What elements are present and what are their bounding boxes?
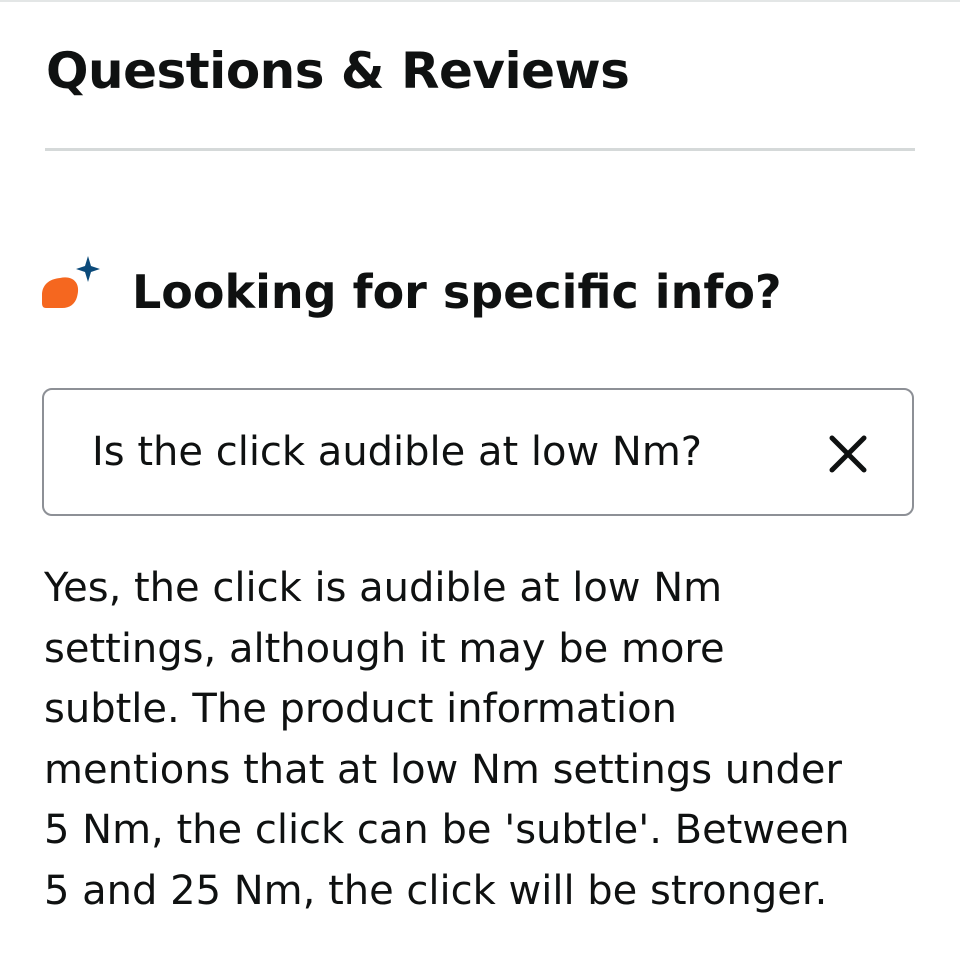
- question-input-value[interactable]: Is the click audible at low Nm?: [92, 426, 702, 478]
- ai-sparkle-chat-icon: [42, 256, 100, 308]
- top-border: [0, 0, 960, 2]
- close-icon[interactable]: [828, 434, 868, 474]
- question-input-box[interactable]: Is the click audible at low Nm?: [42, 388, 914, 516]
- section-divider: [45, 148, 915, 151]
- ai-answer-text: Yes, the click is audible at low Nm sett…: [44, 565, 850, 914]
- section-title: Questions & Reviews: [46, 42, 630, 100]
- ai-search-heading: Looking for specific info?: [132, 265, 782, 319]
